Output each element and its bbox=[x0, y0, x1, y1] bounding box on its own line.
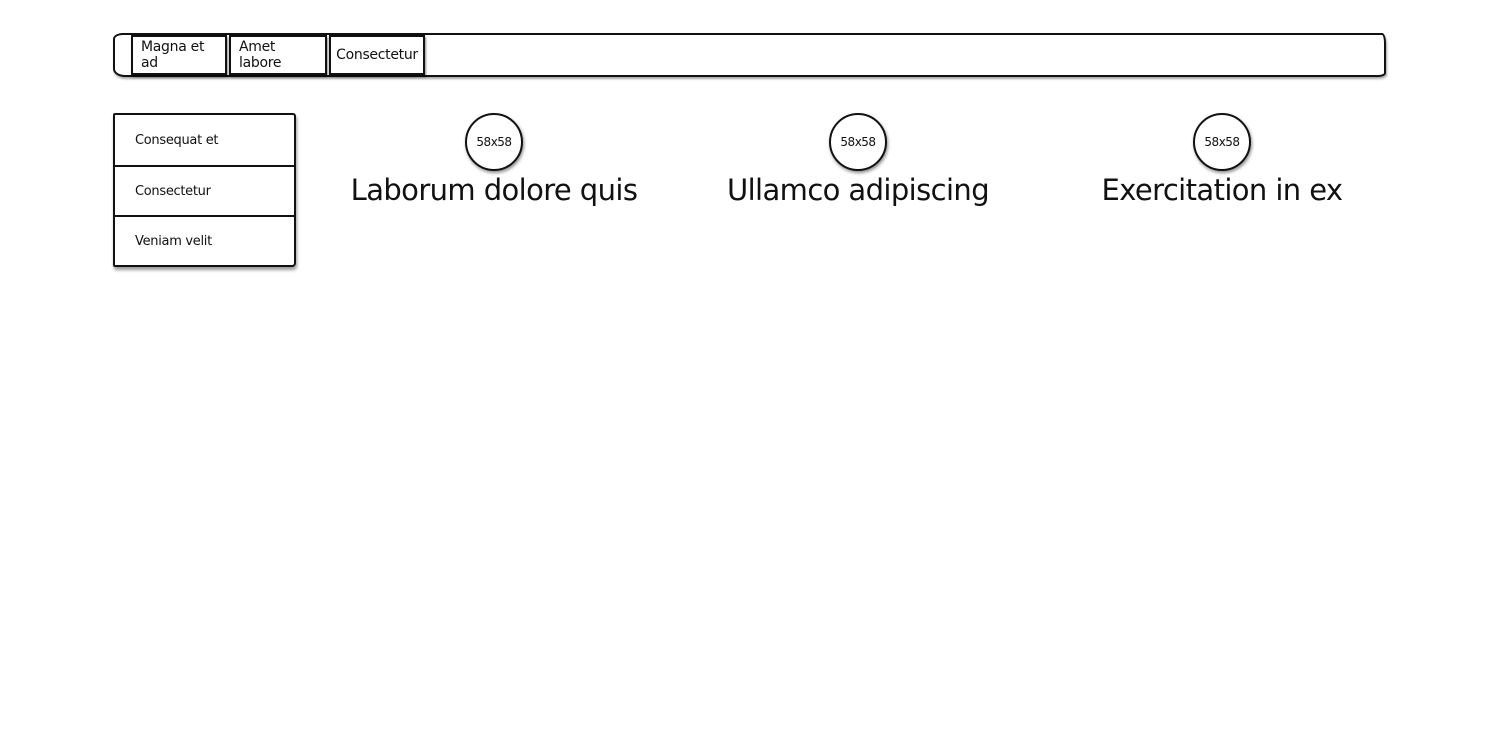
image-placeholder: 58x58 bbox=[829, 113, 887, 171]
nav-item-consectetur[interactable]: Consectetur bbox=[329, 35, 425, 75]
nav-items: Magna et ad Amet labore Consectetur bbox=[131, 35, 425, 77]
feature-card-1: 58x58 Laborum dolore quis bbox=[329, 113, 659, 209]
sidebar-menu: Consequat et Consectetur Veniam velit bbox=[113, 113, 296, 267]
image-placeholder: 58x58 bbox=[465, 113, 523, 171]
feature-title: Exercitation in ex bbox=[1101, 173, 1344, 207]
sidebar-item-veniam-velit[interactable]: Veniam velit bbox=[115, 215, 294, 265]
image-placeholder: 58x58 bbox=[1193, 113, 1251, 171]
feature-title: Ullamco adipiscing bbox=[726, 173, 990, 207]
feature-card-3: 58x58 Exercitation in ex bbox=[1057, 113, 1387, 209]
feature-title: Laborum dolore quis bbox=[350, 173, 638, 207]
feature-card-2: 58x58 Ullamco adipiscing bbox=[693, 113, 1023, 209]
top-navbar: Magna et ad Amet labore Consectetur bbox=[113, 33, 1386, 77]
nav-item-amet-labore[interactable]: Amet labore bbox=[229, 35, 327, 75]
sidebar-item-consectetur[interactable]: Consectetur bbox=[115, 165, 294, 215]
nav-item-magna-et-ad[interactable]: Magna et ad bbox=[131, 35, 227, 75]
sidebar-item-consequat-et[interactable]: Consequat et bbox=[115, 115, 294, 165]
